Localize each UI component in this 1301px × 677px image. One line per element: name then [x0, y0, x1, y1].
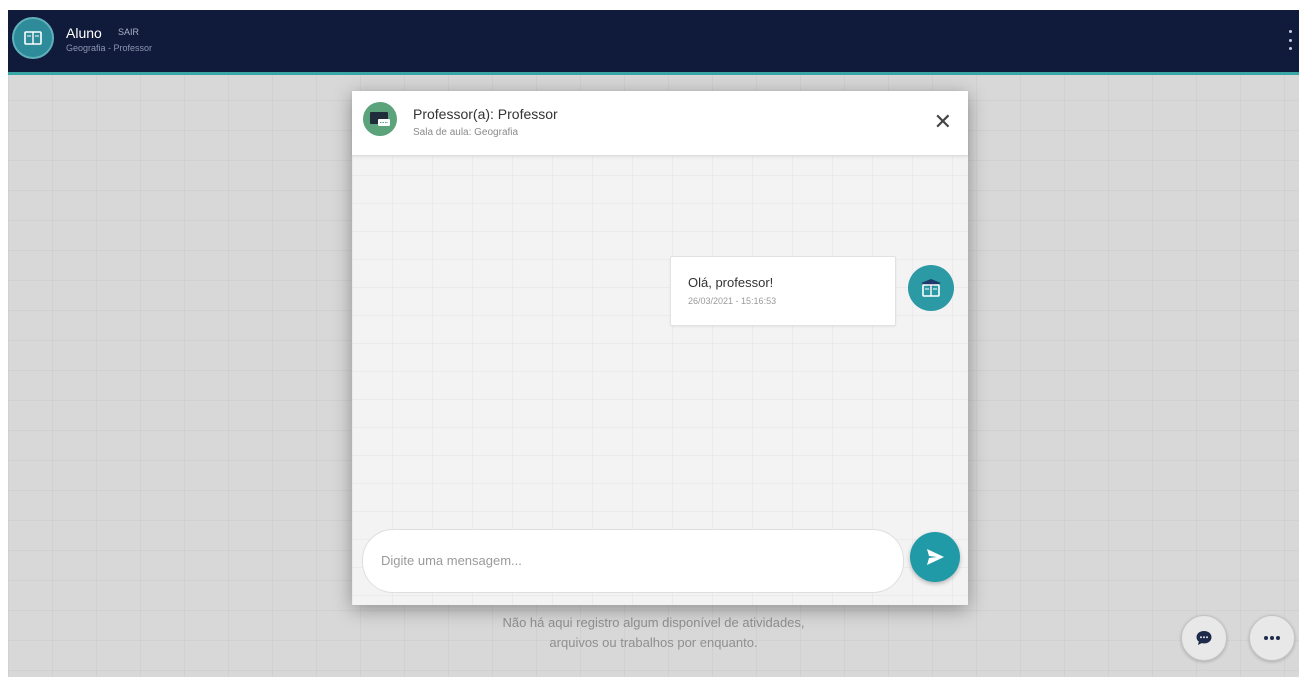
message-input-container[interactable] — [362, 529, 904, 593]
empty-state-line-1: Não há aqui registro algum disponível de… — [502, 615, 805, 630]
logout-link[interactable]: SAIR — [118, 27, 139, 37]
close-icon[interactable]: ✕ — [934, 111, 952, 133]
empty-state-message: Não há aqui registro algum disponível de… — [8, 613, 1299, 653]
chalkboard-icon — [370, 112, 390, 126]
send-button[interactable] — [910, 532, 960, 582]
user-avatar[interactable] — [12, 17, 54, 59]
message-input[interactable] — [379, 546, 883, 574]
sender-avatar — [908, 265, 954, 311]
chat-fab-button[interactable] — [1181, 615, 1227, 661]
chat-bubble-icon — [1196, 631, 1212, 645]
empty-state-line-2: arquivos ou trabalhos por enquanto. — [549, 635, 758, 650]
book-icon — [24, 31, 42, 45]
chat-subtitle: Sala de aula: Geografia — [413, 127, 519, 138]
more-dots-icon — [1264, 636, 1280, 640]
chat-header: Professor(a): Professor Sala de aula: Ge… — [352, 91, 968, 156]
user-subtitle: Geografia - Professor — [66, 43, 153, 53]
message-timestamp: 26/03/2021 - 15:16:53 — [688, 296, 777, 306]
student-book-icon — [921, 279, 941, 297]
kebab-menu-icon[interactable] — [1285, 30, 1295, 50]
chat-modal: Professor(a): Professor Sala de aula: Ge… — [352, 91, 968, 605]
user-name: Aluno — [66, 25, 102, 41]
send-icon — [927, 549, 944, 565]
top-bar: Aluno SAIR Geografia - Professor — [8, 10, 1299, 75]
message-bubble: Olá, professor! 26/03/2021 - 15:16:53 — [670, 256, 896, 326]
more-fab-button[interactable] — [1249, 615, 1295, 661]
teacher-avatar — [363, 102, 397, 136]
message-text: Olá, professor! — [688, 275, 774, 290]
chat-title: Professor(a): Professor — [413, 106, 558, 122]
